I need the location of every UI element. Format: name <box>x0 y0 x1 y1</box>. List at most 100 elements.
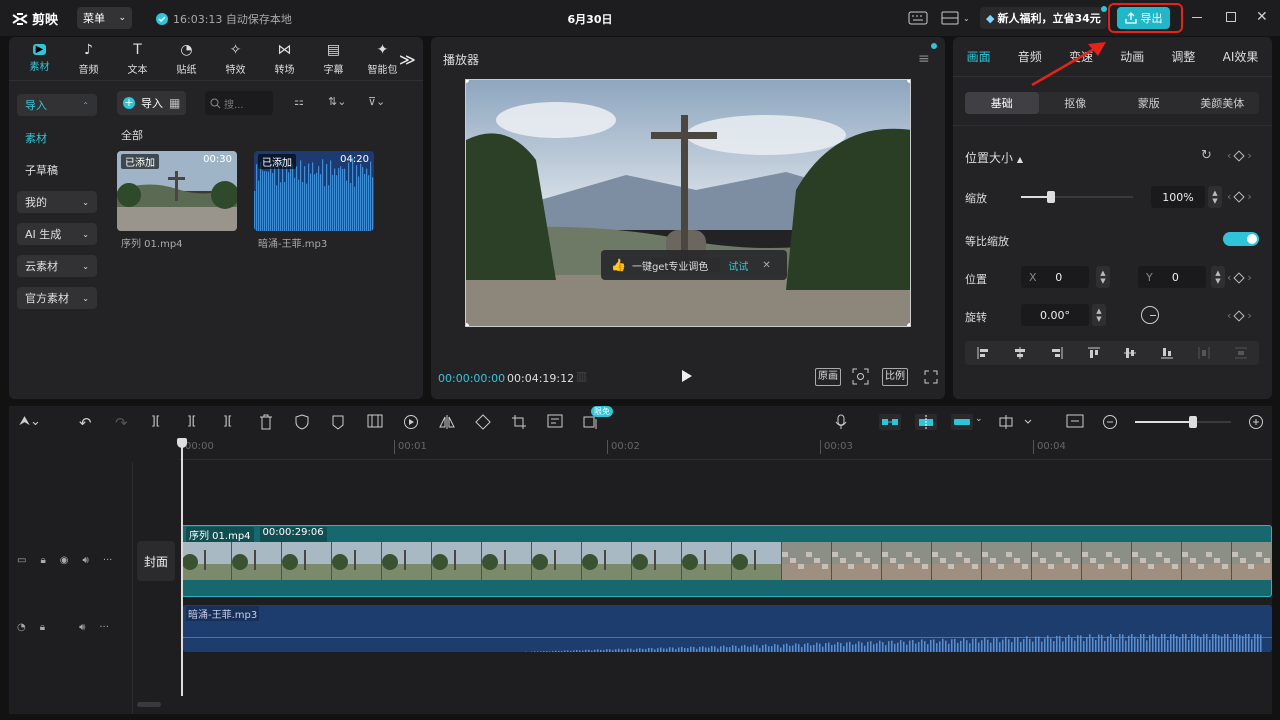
play-button[interactable] <box>681 369 693 383</box>
delete-icon[interactable] <box>259 414 275 430</box>
scale-slider[interactable] <box>1021 191 1133 203</box>
sort-icon[interactable]: ⇅⌄ <box>328 95 346 108</box>
microphone-icon[interactable] <box>835 414 851 430</box>
trim-left-icon[interactable]: ][ <box>187 414 203 430</box>
lock-icon[interactable]: 🔒︎ <box>40 555 45 566</box>
link-icon[interactable] <box>951 414 973 430</box>
position-x-stepper[interactable]: ▲ ▼ <box>1096 266 1110 288</box>
position-y-stepper[interactable]: ▲ ▼ <box>1211 266 1225 288</box>
player-menu-icon[interactable]: ≡ <box>918 51 930 67</box>
zoom-slider[interactable] <box>1135 416 1231 428</box>
eye-icon[interactable]: ◉ <box>60 555 69 566</box>
rotation-stepper[interactable]: ▲ ▼ <box>1092 304 1106 326</box>
lock-icon[interactable]: 🔒︎ <box>40 622 45 633</box>
video-clip[interactable]: 序列 01.mp4 00:00:29:06 <box>181 525 1272 597</box>
subtab-beauty[interactable]: 美颜美体 <box>1186 92 1260 114</box>
keyframe-control[interactable]: ‹ › <box>1227 149 1252 162</box>
trim-right-icon[interactable]: ][ <box>223 414 239 430</box>
sidebar-item-official[interactable]: 官方素材 ⌄ <box>17 287 97 309</box>
reset-icon[interactable]: ↻ <box>1201 148 1212 163</box>
media-item-video[interactable]: 已添加 00:30 <box>117 151 237 231</box>
smart-crop-icon[interactable] <box>547 414 563 430</box>
freeze-frame-icon[interactable] <box>367 414 383 430</box>
promo-button[interactable]: ◆ 新人福利，立省34元 <box>980 7 1107 29</box>
subtab-mask[interactable]: 蒙版 <box>1112 92 1186 114</box>
keyframe-control[interactable]: ‹ › <box>1227 271 1252 284</box>
preview-axis-icon[interactable] <box>999 414 1035 430</box>
tip-try-link[interactable]: 试试 <box>728 258 748 273</box>
undo-icon[interactable]: ↶ <box>79 414 95 432</box>
close-icon[interactable]: ✕ <box>762 260 770 271</box>
position-x-input[interactable]: X0 <box>1021 266 1089 288</box>
rotation-input[interactable]: 0.00° <box>1021 304 1089 326</box>
zoom-slider-knob[interactable] <box>1188 416 1197 428</box>
tab-transition[interactable]: ⋈ 转场 <box>260 37 309 80</box>
screenshot-icon[interactable] <box>852 368 869 385</box>
split-icon[interactable]: ][ <box>151 414 167 430</box>
align-right-icon[interactable] <box>1050 346 1064 360</box>
main-track-magnet-icon[interactable] <box>879 414 901 430</box>
section-position-size[interactable]: 位置大小 ▲ <box>965 149 1023 166</box>
tab-effects[interactable]: ✧ 特效 <box>211 37 260 80</box>
volume-icon[interactable]: 🔊︎ <box>79 622 85 633</box>
import-button[interactable]: + 导入 ▦ <box>117 91 187 115</box>
media-item-audio[interactable]: 已添加 04:20 <box>254 151 374 231</box>
scale-stepper[interactable]: ▲ ▼ <box>1208 186 1222 208</box>
align-bottom-icon[interactable] <box>1160 346 1174 360</box>
cover-button[interactable]: 封面 <box>137 541 175 581</box>
tab-subtitle[interactable]: ▤ 字幕 <box>309 37 358 80</box>
keyframe-control[interactable]: ‹ › <box>1227 309 1252 322</box>
shortcut-keyboard-icon[interactable] <box>908 11 928 25</box>
tab-picture[interactable]: 画面 <box>967 48 991 65</box>
volume-icon[interactable]: 🔊︎ <box>83 555 89 566</box>
filter-icon[interactable]: ⊽⌄ <box>368 95 385 108</box>
minimize-icon[interactable] <box>1192 17 1202 18</box>
tab-text[interactable]: T 文本 <box>113 37 162 80</box>
more-icon[interactable]: ··· <box>99 622 109 633</box>
close-icon[interactable]: ✕ <box>1256 9 1268 25</box>
scale-slider-knob[interactable] <box>1047 191 1056 203</box>
mirror-icon[interactable] <box>439 414 455 430</box>
timeline-ruler[interactable]: 00:00 00:01 00:02 00:03 00:04 <box>179 438 1272 460</box>
grid-icon[interactable]: ▦ <box>169 96 180 110</box>
select-tool-icon[interactable]: ⮝⌄ <box>19 414 49 430</box>
aspect-ratio-button[interactable]: 比例 <box>882 368 908 386</box>
zoom-out-icon[interactable] <box>1102 414 1118 430</box>
scale-value-input[interactable]: 100% <box>1151 186 1205 208</box>
original-quality-button[interactable]: 原画 <box>815 368 841 386</box>
marker-icon[interactable] <box>331 414 347 430</box>
align-top-icon[interactable] <box>1087 346 1101 360</box>
subtab-basic[interactable]: 基础 <box>965 92 1039 114</box>
align-center-h-icon[interactable] <box>1013 346 1027 360</box>
playhead[interactable] <box>181 438 183 696</box>
sidebar-item-mine[interactable]: 我的 ⌄ <box>17 191 97 213</box>
video-preview[interactable] <box>465 79 911 327</box>
tab-sticker[interactable]: ◔ 贴纸 <box>162 37 211 80</box>
tab-media[interactable]: ▶ 素材 <box>15 37 64 80</box>
snap-icon[interactable] <box>915 414 937 430</box>
uniform-scale-toggle[interactable] <box>1223 232 1259 246</box>
sidebar-item-cloud[interactable]: 云素材 ⌄ <box>17 255 97 277</box>
search-input[interactable]: 搜... <box>205 91 273 115</box>
tab-ai-effects[interactable]: AI效果 <box>1223 48 1259 65</box>
more-tabs-icon[interactable]: ≫ <box>399 50 416 69</box>
chevron-down-icon[interactable]: ⌄ <box>975 414 991 430</box>
sidebar-item-import[interactable]: 导入 ⌃ <box>17 94 97 116</box>
keyframe-control[interactable]: ‹ › <box>1227 190 1252 203</box>
align-center-v-icon[interactable] <box>1123 346 1137 360</box>
tab-animation[interactable]: 动画 <box>1120 48 1144 65</box>
subtab-cutout[interactable]: 抠像 <box>1039 92 1113 114</box>
sidebar-item-material[interactable]: 素材 <box>17 127 97 149</box>
layout-menu-button[interactable]: ⌄ <box>941 11 970 25</box>
fullscreen-icon[interactable] <box>924 370 938 384</box>
align-left-icon[interactable] <box>976 346 990 360</box>
full-view-icon[interactable] <box>1066 414 1084 430</box>
zoom-in-icon[interactable] <box>1248 414 1264 430</box>
horizontal-scrollbar[interactable] <box>137 702 161 707</box>
shield-icon[interactable] <box>295 414 311 430</box>
more-icon[interactable]: ··· <box>103 555 113 566</box>
crop-icon[interactable] <box>511 414 527 430</box>
rotation-dial[interactable] <box>1141 306 1159 324</box>
tab-adjust[interactable]: 调整 <box>1171 48 1195 65</box>
tab-audio[interactable]: ♪ 音频 <box>64 37 113 80</box>
